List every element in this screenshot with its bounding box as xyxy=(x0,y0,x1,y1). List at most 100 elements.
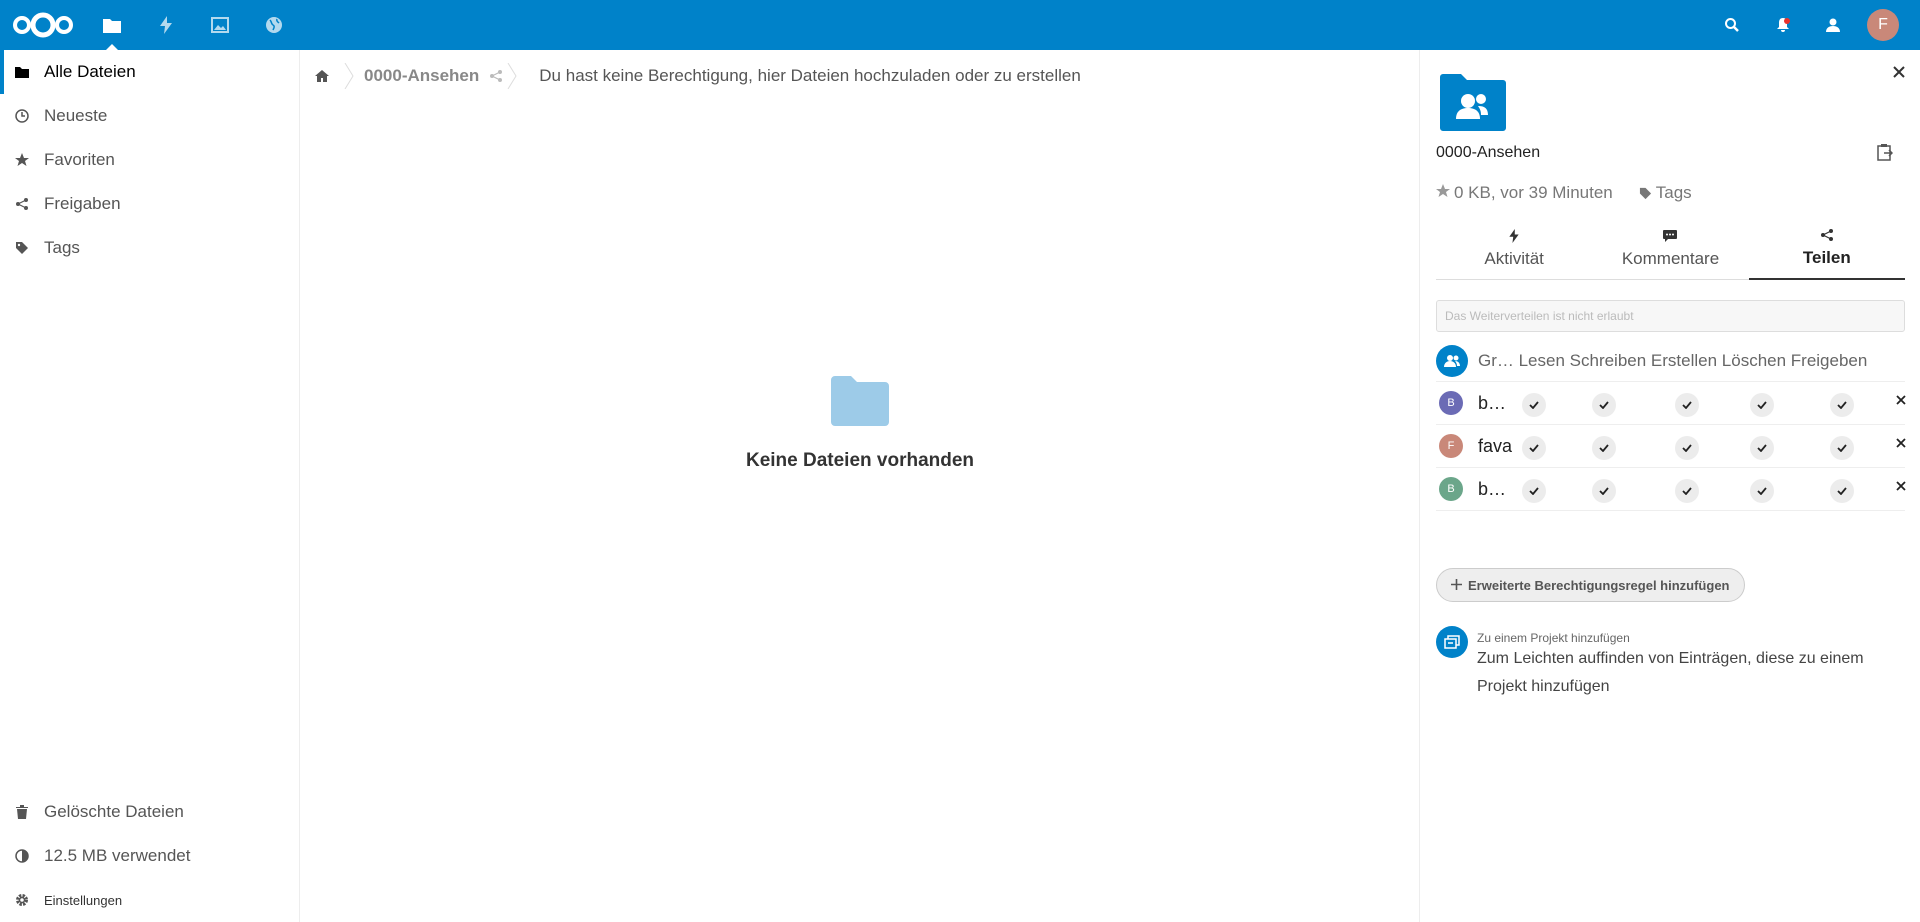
breadcrumb-separator xyxy=(507,63,517,89)
write-checkbox[interactable] xyxy=(1592,436,1616,460)
clipboard-icon[interactable] xyxy=(1877,143,1897,163)
permissions-header: Gr… Lesen Schreiben Erstellen Löschen Fr… xyxy=(1436,343,1905,379)
nav-label: 12.5 MB verwendet xyxy=(44,846,191,865)
no-permission-message: Du hast keine Berechtigung, hier Dateien… xyxy=(539,66,1081,85)
permissions-columns: Gr… Lesen Schreiben Erstellen Löschen Fr… xyxy=(1478,351,1868,370)
delete-checkbox[interactable] xyxy=(1750,479,1774,503)
tab-label: Aktivität xyxy=(1484,249,1544,268)
empty-content: Keine Dateien vorhanden xyxy=(700,376,1020,472)
star-icon[interactable] xyxy=(1436,183,1450,203)
add-permission-rule-button[interactable]: Erweiterte Berechtigungsregel hinzufügen xyxy=(1436,568,1745,602)
nav-label: Tags xyxy=(44,238,80,257)
project-description: Zum Leichten auffinden von Einträgen, di… xyxy=(1477,650,1864,695)
user-menu[interactable]: F xyxy=(1858,0,1908,50)
breadcrumb-folder[interactable]: 0000-Ansehen xyxy=(354,66,489,86)
add-rule-label: Erweiterte Berechtigungsregel hinzufügen xyxy=(1468,577,1730,593)
project-icon[interactable] xyxy=(1436,626,1468,658)
avatar: F xyxy=(1439,434,1463,458)
nav-label: Freigaben xyxy=(44,194,121,213)
nav-recent[interactable]: Neueste xyxy=(0,94,299,138)
nav-settings[interactable]: Einstellungen xyxy=(0,878,299,922)
nav-deleted-files[interactable]: Gelöschte Dateien xyxy=(0,790,299,834)
share-icon xyxy=(1820,226,1834,244)
nav-shares[interactable]: Freigaben xyxy=(0,182,299,226)
nav-tags[interactable]: Tags xyxy=(0,226,299,270)
nav-quota: 12.5 MB verwendet xyxy=(0,834,299,878)
nav-label: Neueste xyxy=(44,106,108,125)
share-icon[interactable] xyxy=(489,69,503,83)
share-checkbox[interactable] xyxy=(1830,479,1854,503)
photos-app-icon[interactable] xyxy=(195,0,245,50)
activity-app-icon[interactable] xyxy=(141,0,191,50)
nav-label: Alle Dateien xyxy=(44,62,136,81)
top-header: F xyxy=(0,0,1920,50)
tab-label: Teilen xyxy=(1802,248,1851,267)
files-app-icon[interactable] xyxy=(87,0,137,50)
read-checkbox[interactable] xyxy=(1522,436,1546,460)
breadcrumb-separator xyxy=(344,63,354,89)
trash-icon xyxy=(14,804,30,820)
tab-activity[interactable]: Aktivität xyxy=(1436,224,1593,280)
file-meta: 0 KB, vor 39 Minuten Tags xyxy=(1436,183,1692,203)
read-checkbox[interactable] xyxy=(1522,393,1546,417)
permission-row: B b… xyxy=(1436,381,1908,424)
app-navigation: Alle Dateien Neueste Favoriten Freigaben… xyxy=(0,50,300,922)
home-icon[interactable] xyxy=(300,50,344,102)
permission-row: F fava xyxy=(1436,424,1908,467)
search-icon[interactable] xyxy=(1707,0,1757,50)
nav-label: Favoriten xyxy=(44,150,115,169)
write-checkbox[interactable] xyxy=(1592,479,1616,503)
quota-icon xyxy=(14,848,30,864)
contacts-icon[interactable] xyxy=(1808,0,1858,50)
permission-name: b… xyxy=(1478,478,1507,499)
tags-link[interactable]: Tags xyxy=(1656,183,1692,203)
breadcrumb: 0000-Ansehen Du hast keine Berechtigung,… xyxy=(300,50,1420,102)
create-checkbox[interactable] xyxy=(1675,436,1699,460)
folder-icon xyxy=(831,376,889,426)
circles-app-icon[interactable] xyxy=(249,0,299,50)
nav-all-files[interactable]: Alle Dateien xyxy=(0,50,299,94)
file-size-date: 0 KB, vor 39 Minuten xyxy=(1454,183,1613,202)
gear-icon xyxy=(14,892,30,908)
details-tabs: Aktivität Kommentare Teilen xyxy=(1436,224,1905,280)
share-checkbox[interactable] xyxy=(1830,393,1854,417)
create-checkbox[interactable] xyxy=(1675,393,1699,417)
nextcloud-logo[interactable] xyxy=(12,10,74,40)
group-icon xyxy=(1436,345,1468,377)
avatar: B xyxy=(1439,477,1463,501)
tab-label: Kommentare xyxy=(1621,249,1720,268)
remove-rule-icon[interactable] xyxy=(1894,479,1908,493)
activity-icon xyxy=(1509,227,1519,245)
comment-icon xyxy=(1663,227,1678,245)
delete-checkbox[interactable] xyxy=(1750,436,1774,460)
delete-checkbox[interactable] xyxy=(1750,393,1774,417)
create-checkbox[interactable] xyxy=(1675,479,1699,503)
user-avatar[interactable]: F xyxy=(1867,9,1899,41)
nav-label: Gelöschte Dateien xyxy=(44,802,184,821)
nav-label: Einstellungen xyxy=(44,892,123,908)
divider xyxy=(1436,510,1905,511)
avatar: B xyxy=(1439,391,1463,415)
write-checkbox[interactable] xyxy=(1592,393,1616,417)
tag-icon xyxy=(14,240,30,256)
shared-folder-icon xyxy=(1440,73,1506,131)
details-sidebar: 0000-Ansehen 0 KB, vor 39 Minuten Tags A… xyxy=(1419,50,1920,922)
permission-row: B b… xyxy=(1436,467,1908,510)
share-input[interactable]: Das Weiterverteilen ist nicht erlaubt xyxy=(1436,300,1905,332)
permission-name: b… xyxy=(1478,392,1507,413)
remove-rule-icon[interactable] xyxy=(1894,436,1908,450)
read-checkbox[interactable] xyxy=(1522,479,1546,503)
tab-comments[interactable]: Kommentare xyxy=(1592,224,1749,280)
tab-sharing[interactable]: Teilen xyxy=(1748,224,1905,280)
project-title[interactable]: Zu einem Projekt hinzufügen xyxy=(1477,631,1630,645)
close-icon[interactable] xyxy=(1889,62,1909,82)
clock-icon xyxy=(14,108,30,124)
share-checkbox[interactable] xyxy=(1830,436,1854,460)
plus-icon xyxy=(1451,578,1462,593)
file-name: 0000-Ansehen xyxy=(1436,144,1541,161)
notifications-icon[interactable] xyxy=(1758,0,1808,50)
tag-icon xyxy=(1639,187,1652,200)
remove-rule-icon[interactable] xyxy=(1894,393,1908,407)
nav-favorites[interactable]: Favoriten xyxy=(0,138,299,182)
empty-title: Keine Dateien vorhanden xyxy=(745,450,975,471)
